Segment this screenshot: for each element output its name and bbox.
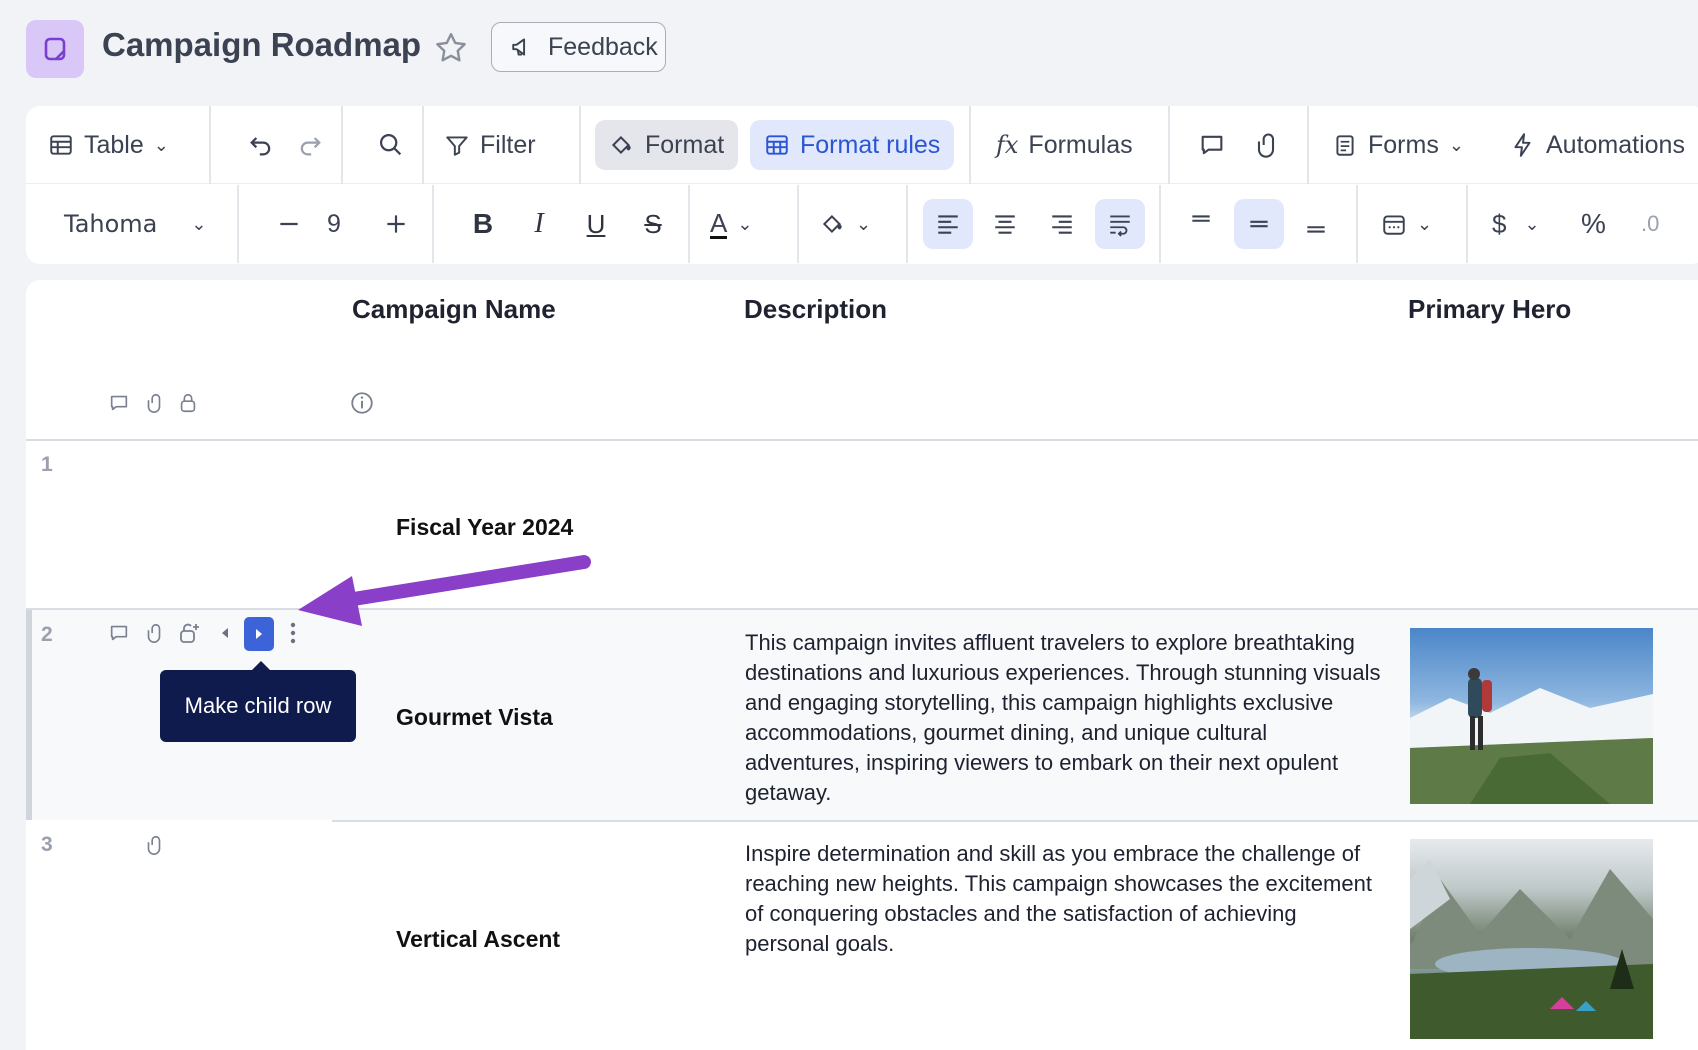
bold-icon[interactable]: B bbox=[458, 199, 508, 249]
search-icon[interactable] bbox=[366, 120, 416, 170]
attachment-icon[interactable] bbox=[1241, 120, 1291, 170]
column-header-primary-hero[interactable]: Primary Hero bbox=[1408, 294, 1571, 325]
column-header-campaign-name[interactable]: Campaign Name bbox=[352, 294, 556, 325]
outdent-arrow-icon[interactable] bbox=[217, 620, 233, 646]
increase-font-icon[interactable] bbox=[371, 199, 421, 249]
forms-button[interactable]: Forms ⌄ bbox=[1332, 120, 1464, 170]
favorite-star-icon[interactable] bbox=[430, 27, 472, 69]
valign-bottom-icon[interactable] bbox=[1291, 199, 1341, 249]
toolbar-row-format: Tahoma ⌄ 9 B I U S A ⌄ ⌄ ⌄ $ ⌄ % .0 bbox=[26, 185, 1698, 263]
lock-icon[interactable] bbox=[175, 390, 201, 416]
percent-icon: % bbox=[1581, 208, 1606, 239]
function-icon: fx bbox=[996, 131, 1019, 159]
align-left-icon[interactable] bbox=[923, 199, 973, 249]
undo-icon[interactable] bbox=[236, 120, 286, 170]
formulas-button[interactable]: fx Formulas bbox=[996, 120, 1133, 170]
currency-format-button[interactable]: $ ⌄ bbox=[1492, 199, 1540, 249]
italic-icon[interactable]: I bbox=[514, 199, 564, 249]
percent-format-button[interactable]: % bbox=[1581, 199, 1606, 249]
table-icon bbox=[50, 135, 72, 155]
underline-icon[interactable]: U bbox=[571, 199, 621, 249]
attachment-icon[interactable] bbox=[141, 390, 167, 416]
decrease-font-icon[interactable] bbox=[264, 199, 314, 249]
megaphone-icon bbox=[512, 38, 526, 56]
comment-icon[interactable] bbox=[106, 390, 132, 416]
sheet-icon bbox=[44, 37, 66, 61]
primary-hero-image[interactable] bbox=[1410, 628, 1653, 804]
toolbar-row-main: Table ⌄ Filter Format Format rules fx Fo… bbox=[26, 106, 1698, 184]
chevron-down-icon: ⌄ bbox=[856, 213, 872, 234]
filter-button[interactable]: Filter bbox=[444, 120, 536, 170]
automations-button[interactable]: Automations bbox=[1510, 120, 1685, 170]
align-right-icon[interactable] bbox=[1037, 199, 1087, 249]
data-grid: Campaign Name Description Primary Hero 1… bbox=[26, 280, 1698, 1050]
description-cell[interactable]: This campaign invites affluent travelers… bbox=[745, 628, 1385, 808]
comment-icon[interactable] bbox=[106, 620, 132, 646]
chevron-down-icon: ⌄ bbox=[1524, 213, 1540, 234]
campaign-name-cell[interactable]: Gourmet Vista bbox=[396, 704, 553, 731]
row-number[interactable]: 2 bbox=[41, 623, 53, 647]
align-center-icon[interactable] bbox=[980, 199, 1030, 249]
paint-bucket-icon bbox=[611, 136, 631, 154]
format-label: Format bbox=[645, 130, 725, 159]
automations-label: Automations bbox=[1546, 130, 1685, 159]
view-label: Table bbox=[84, 130, 144, 159]
info-icon[interactable] bbox=[349, 390, 375, 416]
forms-label: Forms bbox=[1368, 130, 1439, 159]
decimal-format-icon[interactable]: .0 bbox=[1641, 199, 1659, 249]
valign-middle-icon[interactable] bbox=[1234, 199, 1284, 249]
tooltip: Make child row bbox=[160, 661, 356, 742]
date-format-button[interactable]: ⌄ bbox=[1381, 199, 1432, 249]
filter-icon bbox=[446, 136, 468, 156]
chevron-down-icon: ⌄ bbox=[1448, 134, 1464, 155]
chevron-down-icon: ⌄ bbox=[737, 213, 753, 234]
calendar-icon bbox=[1383, 215, 1405, 235]
chevron-down-icon: ⌄ bbox=[191, 213, 207, 234]
column-header-description[interactable]: Description bbox=[744, 294, 887, 325]
page-title: Campaign Roadmap bbox=[102, 26, 422, 63]
app-logo[interactable] bbox=[26, 20, 84, 78]
row-number[interactable]: 1 bbox=[41, 453, 53, 477]
paint-bucket-icon bbox=[822, 215, 842, 233]
valign-top-icon[interactable] bbox=[1176, 199, 1226, 249]
font-family-select[interactable]: Tahoma ⌄ bbox=[64, 199, 206, 249]
chevron-down-icon: ⌄ bbox=[153, 134, 169, 155]
dollar-icon: $ bbox=[1492, 208, 1507, 239]
feedback-button[interactable]: Feedback bbox=[491, 22, 666, 72]
format-rules-button[interactable]: Format rules bbox=[750, 120, 955, 170]
attachment-icon[interactable] bbox=[141, 620, 167, 646]
attachment-icon[interactable] bbox=[141, 832, 167, 858]
format-button[interactable]: Format bbox=[595, 120, 739, 170]
strikethrough-icon[interactable]: S bbox=[628, 199, 678, 249]
comment-icon[interactable] bbox=[1187, 120, 1237, 170]
formulas-label: Formulas bbox=[1028, 130, 1133, 159]
row-number[interactable]: 3 bbox=[41, 833, 53, 857]
form-icon bbox=[1336, 135, 1354, 156]
format-rules-label: Format rules bbox=[800, 130, 941, 159]
table-grid-icon bbox=[766, 135, 788, 155]
font-family-value: Tahoma bbox=[64, 210, 158, 238]
campaign-name-cell[interactable]: Fiscal Year 2024 bbox=[396, 514, 573, 541]
chevron-down-icon: ⌄ bbox=[1417, 213, 1433, 234]
wrap-text-icon[interactable] bbox=[1095, 199, 1145, 249]
filter-label: Filter bbox=[480, 130, 536, 159]
description-cell[interactable]: Inspire determination and skill as you e… bbox=[745, 839, 1385, 959]
lock-add-icon[interactable] bbox=[176, 620, 202, 646]
feedback-label: Feedback bbox=[548, 32, 658, 61]
view-switcher[interactable]: Table ⌄ bbox=[48, 120, 169, 170]
font-size-value[interactable]: 9 bbox=[327, 199, 341, 249]
fill-color-button[interactable]: ⌄ bbox=[820, 199, 871, 249]
toolbar: Table ⌄ Filter Format Format rules fx Fo… bbox=[26, 106, 1698, 264]
indent-child-row-icon[interactable] bbox=[244, 617, 274, 651]
text-color-button[interactable]: A ⌄ bbox=[710, 199, 752, 249]
text-color-icon: A bbox=[710, 207, 728, 239]
redo-icon[interactable] bbox=[285, 120, 335, 170]
primary-hero-image[interactable] bbox=[1410, 839, 1653, 1039]
lightning-icon bbox=[1514, 133, 1531, 157]
annotation-arrow bbox=[298, 555, 591, 626]
campaign-name-cell[interactable]: Vertical Ascent bbox=[396, 926, 560, 953]
